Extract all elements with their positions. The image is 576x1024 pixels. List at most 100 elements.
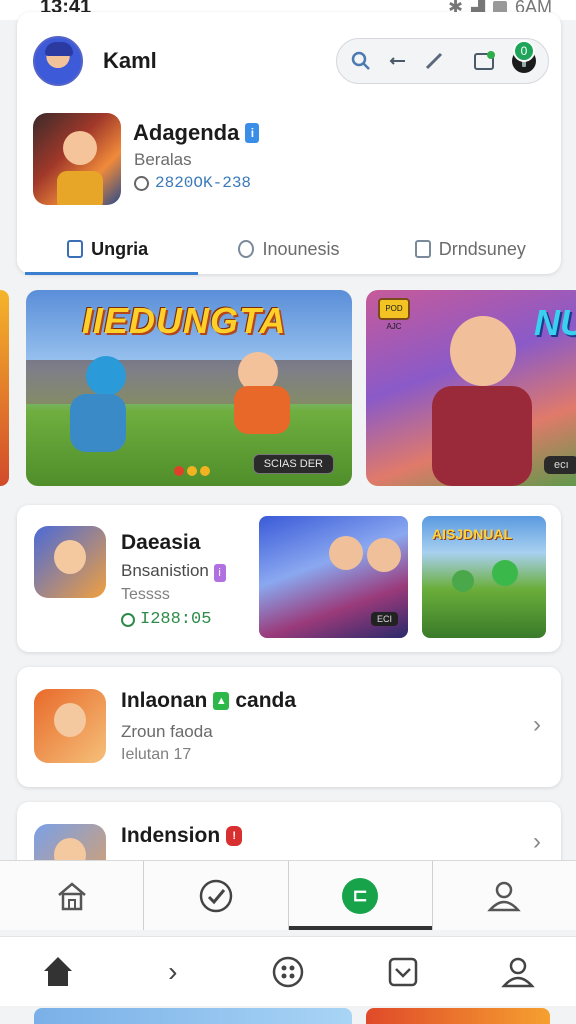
banner-second-chip: ecı xyxy=(544,456,576,474)
verified-icon: i xyxy=(245,123,260,143)
chevron-right-icon[interactable]: › xyxy=(533,828,541,856)
thumbnail-chip: ECI xyxy=(371,612,399,626)
upload-icon: ▲ xyxy=(213,692,230,710)
nav2-check[interactable] xyxy=(346,937,461,1006)
character xyxy=(492,560,518,586)
app-icon[interactable] xyxy=(34,689,106,763)
home-icon xyxy=(57,881,86,910)
avatar-face xyxy=(54,540,86,574)
app-card[interactable]: Inlaonan ▲ canda Zroun faoda Ielutan 17 … xyxy=(17,667,561,787)
bottom-nav-secondary: › xyxy=(0,936,576,1006)
grid-icon xyxy=(272,956,304,987)
tab-inounesis[interactable]: Inounesis xyxy=(198,224,379,274)
app-title: Inlaonan ▲ canda xyxy=(121,689,296,713)
app-icon[interactable] xyxy=(34,526,106,598)
app-subtitle-line: Bnsanistion i xyxy=(121,561,226,582)
featured-app-icon[interactable] xyxy=(33,113,121,205)
banner-previous[interactable] xyxy=(0,290,9,486)
header-card: Kaml 0 Adagenda i Beralas 2820OK-238 Ung… xyxy=(17,12,561,275)
app-title: Daeasia xyxy=(121,531,200,555)
banner-badge: POD AJC xyxy=(378,298,410,331)
content-peek xyxy=(366,1008,550,1024)
app-meta-text: I288:05 xyxy=(140,610,212,629)
character-orange-body xyxy=(234,386,290,434)
tab-label: Inounesis xyxy=(262,238,340,259)
home-filled-icon xyxy=(42,956,74,987)
edit-icon[interactable] xyxy=(423,48,445,74)
profile-icon xyxy=(487,881,522,911)
nav2-profile[interactable] xyxy=(461,937,576,1006)
home-icon xyxy=(67,240,84,258)
search-icon[interactable] xyxy=(349,48,373,74)
nav2-home[interactable] xyxy=(0,937,115,1006)
nav2-forward[interactable]: › xyxy=(115,937,230,1006)
tab-label: Drndsuney xyxy=(438,238,526,259)
banner-title: IIEDUNGTA xyxy=(82,300,287,341)
profile-menu-icon[interactable]: 0 xyxy=(511,40,537,74)
character-body xyxy=(432,386,532,486)
clock-icon xyxy=(121,612,135,627)
featured-app-title[interactable]: Adagenda i xyxy=(133,120,260,146)
nav-tasks[interactable] xyxy=(144,861,289,930)
screenshot-thumbnail[interactable]: ECI xyxy=(259,516,408,638)
tab-bar: Ungria Inounesis Drndsuney xyxy=(17,224,561,275)
green-badge-icon: ⊏ xyxy=(342,877,379,914)
check-circle-icon xyxy=(199,879,233,912)
app-title-suffix: canda xyxy=(235,689,297,712)
featured-app-meta: 2820OK-238 xyxy=(134,174,251,192)
nav-home[interactable] xyxy=(0,861,145,930)
avatar-face xyxy=(54,703,86,737)
app-card[interactable]: Daeasia Bnsanistion i Tessss I288:05 ECI… xyxy=(17,505,561,652)
tab-label: Ungria xyxy=(91,238,149,259)
clock-icon xyxy=(134,175,149,191)
character-face xyxy=(329,536,363,570)
app-subtitle: Zroun faoda xyxy=(121,722,213,741)
profile-icon xyxy=(501,957,536,987)
banner-second-title: NU xyxy=(534,302,576,343)
document-icon xyxy=(414,240,431,258)
chevron-right-icon: › xyxy=(168,955,178,987)
bottom-nav-primary: ⊏ xyxy=(0,860,576,930)
notification-badge: 0 xyxy=(513,40,535,62)
banner-main[interactable]: IIEDUNGTA SCIAS DER xyxy=(26,290,352,486)
carousel-dots xyxy=(174,466,210,476)
character xyxy=(452,570,474,592)
avatar[interactable] xyxy=(33,36,83,86)
alert-icon: ! xyxy=(226,826,243,846)
app-category: Tessss xyxy=(121,586,170,603)
nav-active[interactable]: ⊏ xyxy=(288,861,433,930)
featured-app-meta-text: 2820OK-238 xyxy=(155,174,252,192)
tab-ungria[interactable]: Ungria xyxy=(17,224,199,275)
verified-icon: i xyxy=(213,564,226,582)
app-subtitle: Bnsanistion xyxy=(121,561,209,580)
banner-carousel[interactable]: IIEDUNGTA SCIAS DER POD AJC NU ecı xyxy=(0,290,576,486)
banner-next[interactable]: POD AJC NU ecı xyxy=(366,290,576,486)
app-title-text: Inlaonan xyxy=(121,689,208,712)
app-title-text: Indension xyxy=(121,824,221,847)
nav2-apps[interactable] xyxy=(230,937,345,1006)
toolbar: 0 xyxy=(336,38,549,84)
app-category: Ielutan 17 xyxy=(121,746,192,763)
app-meta: I288:05 xyxy=(121,610,211,629)
content-peek xyxy=(34,1008,352,1024)
thumbnail-title: AISJDNUAL xyxy=(432,526,513,542)
chat-icon xyxy=(238,240,255,258)
screen: 13:41 ✱ ▟ 6AM Kaml 0 Adagenda i Beralas … xyxy=(0,0,576,1024)
app-title-text: Daeasia xyxy=(121,531,201,554)
featured-app-title-text: Adagenda xyxy=(133,120,240,145)
character-blue-body xyxy=(70,394,126,452)
chevron-right-icon[interactable]: › xyxy=(533,711,541,739)
character-face xyxy=(450,316,516,386)
banner-chip: SCIAS DER xyxy=(252,454,334,474)
swap-icon[interactable] xyxy=(387,48,409,74)
app-title: Indension ! xyxy=(121,824,243,848)
character-blue xyxy=(86,356,126,396)
tab-drndsuney[interactable]: Drndsuney xyxy=(380,224,561,274)
character-face xyxy=(367,538,401,572)
checkbox-icon xyxy=(388,957,418,986)
featured-app-subtitle: Beralas xyxy=(134,150,192,169)
image-upload-icon[interactable] xyxy=(473,48,497,74)
user-name: Kaml xyxy=(103,48,157,73)
nav-profile[interactable] xyxy=(433,861,576,930)
screenshot-thumbnail[interactable]: AISJDNUAL xyxy=(422,516,546,638)
